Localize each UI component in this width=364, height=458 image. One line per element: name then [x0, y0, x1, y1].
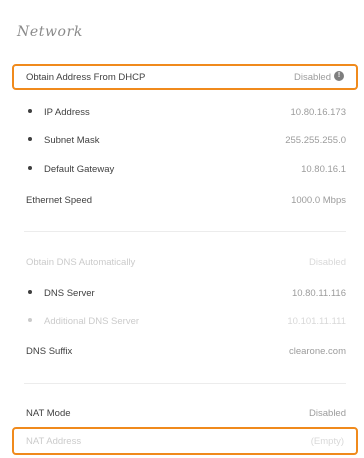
dns-server-value: 10.80.11.116: [291, 287, 346, 299]
nat-address-value: (Empty): [310, 435, 344, 447]
nat-address-row[interactable]: NAT Address (Empty): [12, 427, 358, 455]
nat-mode-value: Disabled: [309, 407, 346, 419]
dns-server-label: DNS Server: [24, 288, 95, 299]
section-divider: [24, 383, 346, 384]
dns-suffix-label: DNS Suffix: [26, 345, 73, 357]
additional-dns-value: 10.101.11.111: [287, 315, 346, 327]
page-title: Network: [17, 24, 83, 40]
ethernet-speed-row: Ethernet Speed 1000.0 Mbps: [12, 191, 358, 209]
ethernet-speed-value: 1000.0 Mbps: [291, 194, 346, 206]
section-divider: [24, 231, 346, 232]
nat-mode-label: NAT Mode: [26, 407, 71, 419]
dhcp-value: Disabled: [294, 71, 331, 83]
default-gateway-row: Default Gateway 10.80.16.1: [12, 160, 358, 178]
dns-auto-value: Disabled: [309, 256, 346, 268]
ip-address-label: IP Address: [24, 107, 90, 118]
default-gateway-value: 10.80.16.1: [301, 163, 346, 175]
subnet-mask-value: 255.255.255.0: [285, 134, 346, 146]
dns-server-row: DNS Server 10.80.11.116: [12, 284, 358, 302]
dns-auto-label: Obtain DNS Automatically: [26, 256, 136, 268]
nat-address-label: NAT Address: [26, 435, 82, 447]
ethernet-speed-label: Ethernet Speed: [26, 194, 93, 206]
default-gateway-label: Default Gateway: [24, 164, 114, 175]
dhcp-setting-row[interactable]: Obtain Address From DHCP Disabled !: [12, 64, 358, 90]
subnet-mask-label: Subnet Mask: [24, 135, 99, 146]
ip-address-value: 10.80.16.173: [290, 106, 346, 118]
nat-mode-row[interactable]: NAT Mode Disabled: [12, 404, 358, 422]
subnet-mask-row: Subnet Mask 255.255.255.0: [12, 131, 358, 149]
dns-suffix-row: DNS Suffix clearone.com: [12, 342, 358, 360]
additional-dns-row: Additional DNS Server 10.101.11.111: [12, 312, 358, 330]
info-icon[interactable]: !: [334, 71, 344, 81]
additional-dns-label: Additional DNS Server: [24, 316, 139, 327]
dns-auto-row[interactable]: Obtain DNS Automatically Disabled: [12, 253, 358, 271]
ip-address-row: IP Address 10.80.16.173: [12, 103, 358, 121]
dhcp-label: Obtain Address From DHCP: [26, 71, 146, 83]
dns-suffix-value: clearone.com: [288, 345, 346, 357]
